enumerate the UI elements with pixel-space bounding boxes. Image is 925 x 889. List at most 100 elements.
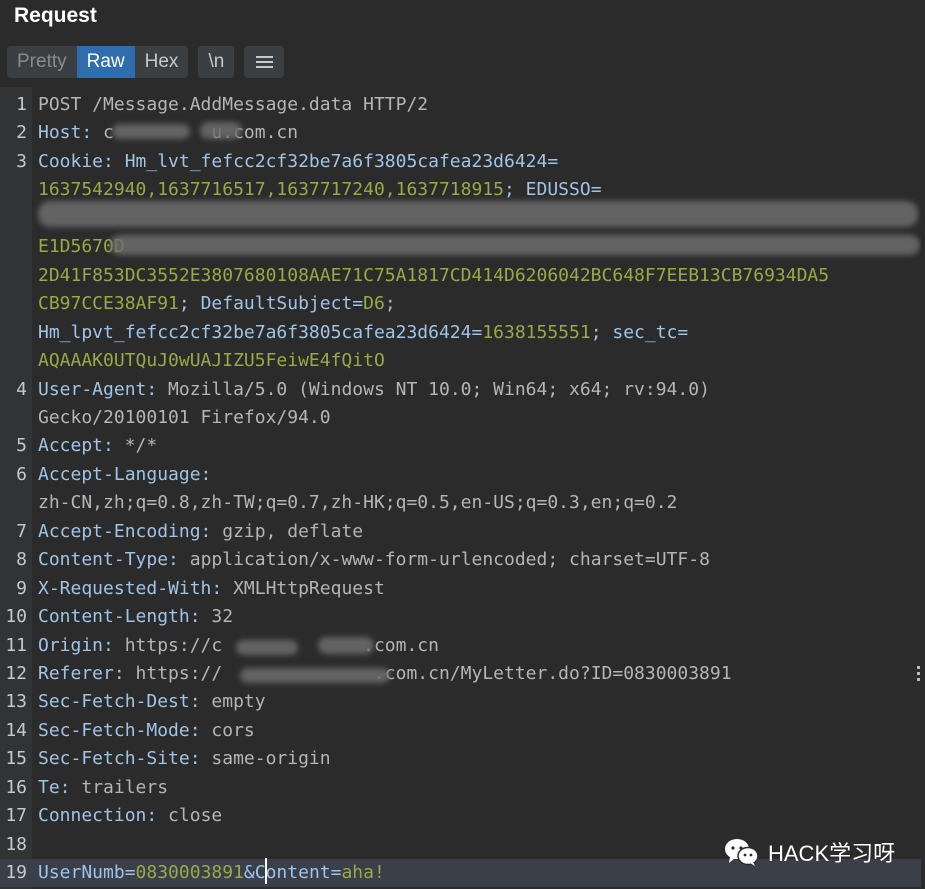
view-mode-group: Pretty Raw Hex [7, 46, 189, 78]
header-value: 32 [200, 606, 234, 628]
wechat-icon [725, 839, 759, 866]
line-text: zh-CN,zh;q=0.8,zh-TW;q=0.7,zh-HK;q=0.5,e… [38, 489, 677, 517]
header-key: ; EDUSSO= [504, 179, 602, 201]
code-line[interactable]: 13 Sec-Fetch-Dest: empty [0, 688, 921, 716]
code-line[interactable]: 16 Te: trailers [0, 774, 921, 802]
line-number: 11 [5, 634, 27, 656]
code-line[interactable]: 9 X-Requested-With: XMLHttpRequest [0, 575, 921, 603]
menu-button[interactable] [244, 46, 285, 78]
request-editor[interactable]: 1 POST /Message.AddMessage.data HTTP/2 2 Ho… [0, 87, 921, 889]
code-line[interactable]: 4 User-Agent: Mozilla/5.0 (Windows NT 10.… [0, 376, 921, 404]
code-line[interactable]: 6 Accept-Language: [0, 461, 921, 489]
header-value: application/x-www-form-urlencoded; chars… [178, 549, 710, 571]
line-number: 19 [5, 862, 27, 884]
line-number: 16 [5, 776, 27, 798]
param-value: 0830003891 [135, 862, 244, 884]
header-value: close [157, 805, 223, 827]
header-key: Referer: [38, 663, 125, 684]
line-number: 2 [16, 122, 27, 144]
watermark-text: HACK学习呀 [768, 841, 896, 866]
header-value: empty [200, 691, 266, 713]
header-key: &Content= [243, 862, 342, 884]
header-key: Accept: [38, 435, 114, 457]
header-value: XMLHttpRequest [222, 577, 385, 599]
code-line[interactable]: 3 Cookie: Hm_lvt_fefcc2cf32be7a6f3805cafe… [0, 148, 921, 176]
code-line[interactable]: Gecko/20100101 Firefox/94.0 [0, 404, 921, 432]
pretty-tab[interactable]: Pretty [7, 46, 77, 78]
header-key: Host: [38, 122, 93, 144]
view-toolbar: Pretty Raw Hex \n [7, 46, 285, 78]
redaction-mark [318, 637, 374, 654]
show-newlines-toggle[interactable]: \n [198, 46, 235, 78]
line-text: X-Requested-With: XMLHttpRequest [38, 575, 385, 603]
line-text: 2D41F853DC3552E3807680108AAE71C75A1817CD… [38, 262, 829, 290]
code-line[interactable]: 2D41F853DC3552E3807680108AAE71C75A1817CD… [0, 262, 921, 290]
code-line[interactable]: 12 Referer: https:// .com.cn/MyLetter.do?… [0, 660, 921, 688]
code-line[interactable]: 10 Content-Length: 32 [0, 603, 921, 631]
header-key: Sec-Fetch-Site: [38, 748, 201, 770]
line-number: 15 [5, 748, 27, 770]
code-line[interactable]: 17 Connection: close [0, 802, 921, 830]
line-text: Cookie: Hm_lvt_fefcc2cf32be7a6f3805cafea… [38, 148, 558, 176]
line-number: 18 [5, 833, 27, 855]
line-number: 9 [16, 577, 27, 599]
header-value: Gecko/20100101 Firefox/94.0 [38, 406, 331, 428]
code-line[interactable]: 14 Sec-Fetch-Mode: cors [0, 717, 921, 745]
header-key: UserNumb= [38, 862, 136, 884]
header-key: Origin: [38, 634, 114, 656]
header-value: ; [384, 293, 396, 315]
line-text: POST /Message.AddMessage.data HTTP/2 [38, 91, 428, 119]
line-text: Sec-Fetch-Mode: cors [38, 717, 255, 745]
line-number: 13 [5, 691, 27, 713]
param-value: 2D41F853DC3552E3807680108AAE71C75A1817CD… [38, 264, 830, 286]
redaction-mark [38, 201, 918, 227]
scrollbar-handle[interactable] [917, 666, 920, 684]
param-value: D6 [363, 293, 385, 315]
code-line[interactable]: 11 Origin: https://c .com.cn [0, 632, 921, 660]
hamburger-icon [255, 53, 273, 71]
raw-tab[interactable]: Raw [76, 46, 135, 78]
header-key: Content-Type: [38, 549, 179, 571]
code-line[interactable]: AQAAAK0UTQuJ0wUAJIZU5FeiwE4fQitO [0, 347, 921, 375]
line-text: User-Agent: Mozilla/5.0 (Windows NT 10.0… [38, 376, 710, 404]
line-text: Accept: */* [38, 432, 157, 460]
header-key: ; DefaultSubject= [178, 293, 364, 315]
code-line[interactable]: CB97CCE38AF91; DefaultSubject=D6; [0, 290, 921, 318]
line-number: 12 [5, 663, 27, 684]
param-value: aha! [341, 862, 385, 884]
code-line[interactable]: 15 Sec-Fetch-Site: same-origin [0, 745, 921, 773]
param-value: 1637542940,1637716517,1637717240,1637718… [38, 179, 504, 201]
header-value: cors [200, 719, 255, 741]
header-key: X-Requested-With: [38, 577, 223, 599]
line-text: Accept-Encoding: gzip, deflate [38, 518, 363, 546]
header-value: zh-CN,zh;q=0.8,zh-TW;q=0.7,zh-HK;q=0.5,e… [38, 492, 678, 514]
header-key: Sec-Fetch-Mode: [38, 719, 201, 741]
line-number: 6 [16, 463, 27, 485]
line-number: 5 [16, 435, 27, 457]
redaction-mark [240, 668, 390, 683]
text-cursor [265, 858, 267, 884]
line-number: 4 [16, 378, 27, 400]
line-number: 10 [5, 606, 27, 628]
code-line[interactable]: 5 Accept: */* [0, 432, 921, 460]
header-key: Connection: [38, 805, 158, 827]
line-text: Sec-Fetch-Site: same-origin [38, 745, 331, 773]
redaction-mark [112, 124, 190, 139]
header-key: User-Agent: [38, 378, 158, 400]
header-value: Mozilla/5.0 (Windows NT 10.0; Win64; x64… [157, 378, 710, 400]
code-line[interactable]: 8 Content-Type: application/x-www-form-ur… [0, 546, 921, 574]
code-line[interactable]: 7 Accept-Encoding: gzip, deflate [0, 518, 921, 546]
redaction-mark [236, 640, 298, 655]
line-text: Content-Type: application/x-www-form-url… [38, 546, 710, 574]
param-value: AQAAAK0UTQuJ0wUAJIZU5FeiwE4fQitO [38, 350, 385, 372]
header-key: ; sec_tc= [590, 321, 689, 343]
code-line[interactable]: zh-CN,zh;q=0.8,zh-TW;q=0.7,zh-HK;q=0.5,e… [0, 489, 921, 517]
code-line[interactable]: Hm_lpvt_fefcc2cf32be7a6f3805cafea23d6424… [0, 319, 921, 347]
line-text: Sec-Fetch-Dest: empty [38, 688, 266, 716]
line-text: Accept-Language: [38, 461, 211, 489]
hex-tab[interactable]: Hex [134, 46, 189, 78]
param-value: CB97CCE38AF91 [38, 293, 179, 315]
line-text: Te: trailers [38, 774, 168, 802]
header-value: same-origin [200, 748, 331, 770]
code-line[interactable]: 1 POST /Message.AddMessage.data HTTP/2 [0, 91, 921, 119]
